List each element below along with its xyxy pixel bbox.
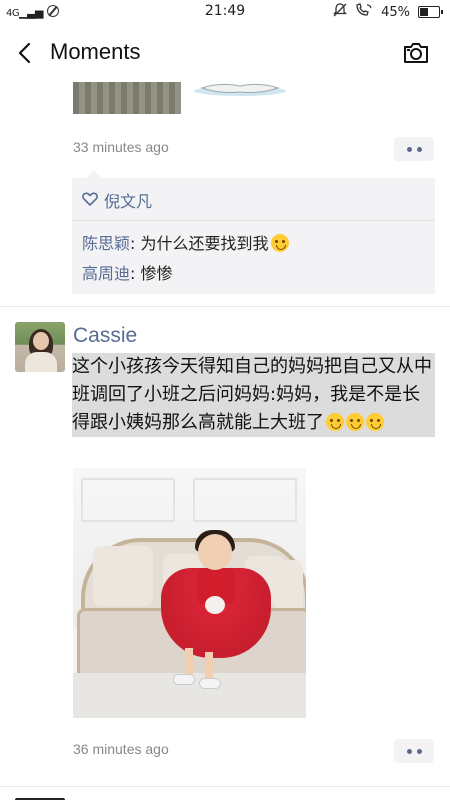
more-dots-icon[interactable] <box>394 137 434 161</box>
battery-icon <box>418 6 443 18</box>
laughing-emoji-icon <box>346 413 364 431</box>
comment-separator: : <box>130 234 141 253</box>
more-dots-icon[interactable] <box>394 739 434 763</box>
comment-item[interactable]: 高周迪: 惨惨 <box>82 260 173 284</box>
crying-emoji-icon <box>270 234 289 252</box>
liker-name[interactable]: 倪文凡 <box>104 188 152 212</box>
battery-percent: 45% <box>381 4 410 20</box>
avatar[interactable] <box>15 322 65 372</box>
page-title: Moments <box>50 39 141 64</box>
post-text[interactable]: 这个小孩孩今天得知自己的妈妈把自己又从中班调回了小班之后问妈妈:妈妈，我是不是长… <box>72 353 435 437</box>
status-bar: 4G▁▃▅ 21:49 45% <box>0 0 450 24</box>
previous-post-photo[interactable] <box>73 82 181 114</box>
comment-separator: : <box>130 264 141 283</box>
laughing-emoji-icon <box>326 413 344 431</box>
comment-author[interactable]: 高周迪 <box>82 264 130 283</box>
previous-post-timestamp: 33 minutes ago <box>73 139 169 155</box>
likes-row: 倪文凡 <box>82 188 152 212</box>
heart-outline-icon <box>82 191 98 210</box>
chevron-left-icon[interactable] <box>16 41 38 65</box>
post-photo[interactable] <box>73 468 306 718</box>
post-author[interactable]: Cassie <box>73 324 137 348</box>
call-wifi-icon <box>355 3 373 21</box>
camera-icon[interactable] <box>402 41 430 65</box>
comment-item[interactable]: 陈思颖: 为什么还要找到我 <box>82 230 289 254</box>
status-icons: 45% <box>333 3 443 21</box>
bell-muted-icon <box>333 3 348 21</box>
post-divider <box>0 786 450 787</box>
comment-text: 为什么还要找到我 <box>140 234 269 253</box>
comment-author[interactable]: 陈思颖 <box>82 234 130 253</box>
post-timestamp: 36 minutes ago <box>73 741 169 757</box>
header: Moments <box>0 24 450 83</box>
moments-feed[interactable]: 33 minutes ago 倪文凡 陈思颖: 为什么还要找到我 高周迪: 惨惨… <box>0 82 450 800</box>
post-divider <box>0 306 450 307</box>
comments-box: 倪文凡 陈思颖: 为什么还要找到我 高周迪: 惨惨 <box>72 170 435 294</box>
divider <box>72 220 435 221</box>
laughing-emoji-icon <box>366 413 384 431</box>
comment-text: 惨惨 <box>140 264 173 283</box>
previous-post-sticker[interactable] <box>190 82 290 98</box>
